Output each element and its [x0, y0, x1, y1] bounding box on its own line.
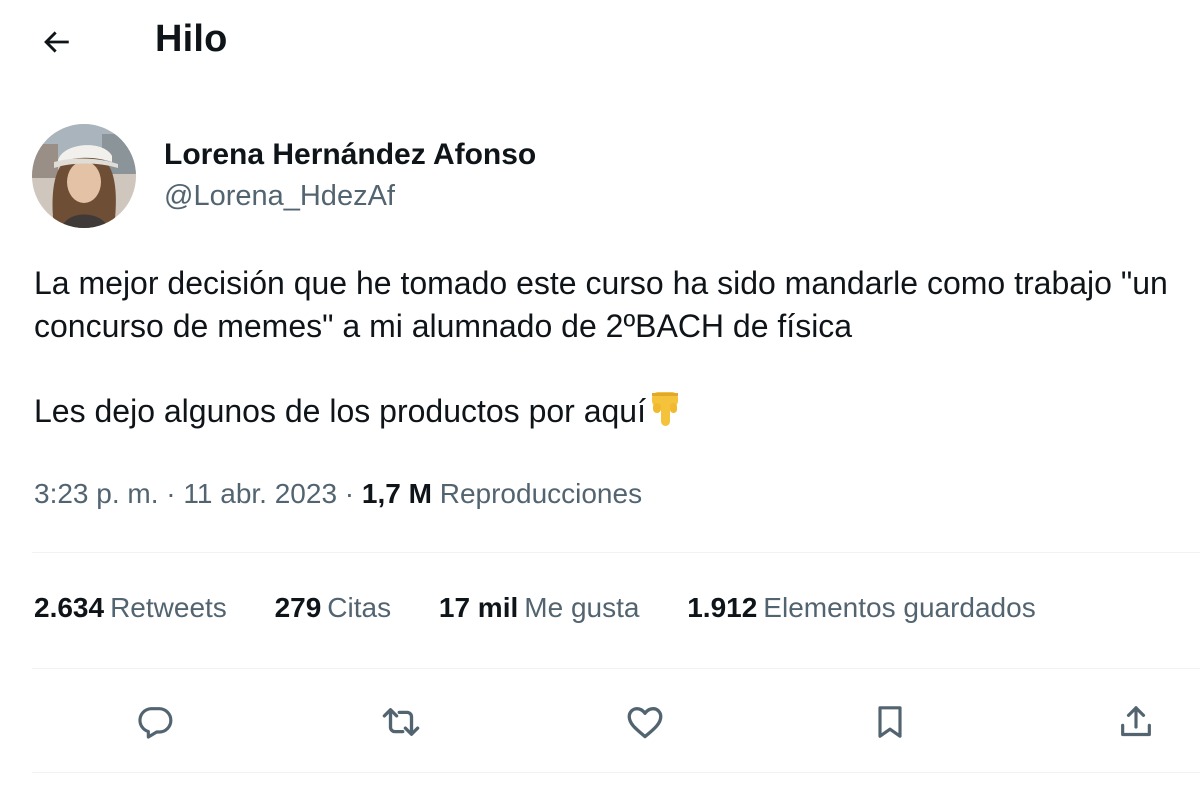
pointing-down-emoji-icon	[648, 390, 682, 439]
tweet-actions	[0, 690, 1200, 754]
avatar[interactable]	[32, 124, 136, 228]
back-button[interactable]	[36, 22, 76, 62]
like-button[interactable]	[621, 698, 669, 746]
stat-label: Retweets	[110, 592, 227, 623]
tweet-text: La mejor decisión que he tomado este cur…	[34, 262, 1194, 439]
tweet-date[interactable]: 11 abr. 2023	[183, 478, 337, 509]
share-button[interactable]	[1112, 698, 1160, 746]
retweet-button[interactable]	[377, 698, 425, 746]
views-count: 1,7 M	[361, 478, 432, 509]
divider	[32, 552, 1200, 553]
share-icon	[1121, 706, 1151, 737]
tweet-meta: 3:23 p. m. · 11 abr. 2023 · 1,7 M Reprod…	[34, 478, 642, 510]
tweet-author: Lorena Hernández Afonso @Lorena_HdezAf	[32, 124, 1182, 234]
tweet-paragraph: La mejor decisión que he tomado este cur…	[34, 265, 1168, 344]
stat-label: Citas	[327, 592, 392, 623]
tweet-paragraph-text: Les dejo algunos de los productos por aq…	[34, 393, 646, 429]
stat-label: Me gusta	[524, 592, 640, 623]
stat-count: 17 mil	[438, 592, 519, 623]
stat-count: 279	[274, 592, 322, 623]
stat-likes[interactable]: 17 mil Me gusta	[439, 592, 640, 624]
tweet-time[interactable]: 3:23 p. m.	[34, 478, 159, 509]
thread-header: Hilo	[0, 0, 1200, 86]
author-name[interactable]: Lorena Hernández Afonso	[164, 138, 536, 172]
stat-retweets[interactable]: 2.634 Retweets	[34, 592, 227, 624]
stat-quotes[interactable]: 279 Citas	[275, 592, 392, 624]
stat-bookmarks[interactable]: 1.912 Elementos guardados	[687, 592, 1035, 624]
tweet-paragraph: Les dejo algunos de los productos por aq…	[34, 390, 1194, 439]
like-icon	[627, 707, 663, 739]
divider	[32, 772, 1200, 773]
bookmark-button[interactable]	[866, 698, 914, 746]
meta-separator: ·	[158, 478, 184, 509]
page-title: Hilo	[155, 18, 228, 60]
reply-icon	[138, 707, 173, 739]
tweet-stats: 2.634 Retweets 279 Citas 17 mil Me gusta 1.…	[34, 592, 1076, 624]
views-label: Reproducciones	[439, 478, 643, 509]
stat-count: 1.912	[687, 592, 758, 623]
author-handle[interactable]: @Lorena_HdezAf	[164, 180, 395, 213]
reply-button[interactable]	[131, 698, 179, 746]
stat-label: Elementos guardados	[763, 592, 1036, 623]
retweet-icon	[382, 708, 420, 736]
meta-separator: ·	[337, 478, 362, 509]
arrow-left-icon	[44, 31, 69, 53]
stat-count: 2.634	[34, 592, 105, 623]
bookmark-icon	[878, 706, 902, 738]
divider	[32, 668, 1200, 669]
